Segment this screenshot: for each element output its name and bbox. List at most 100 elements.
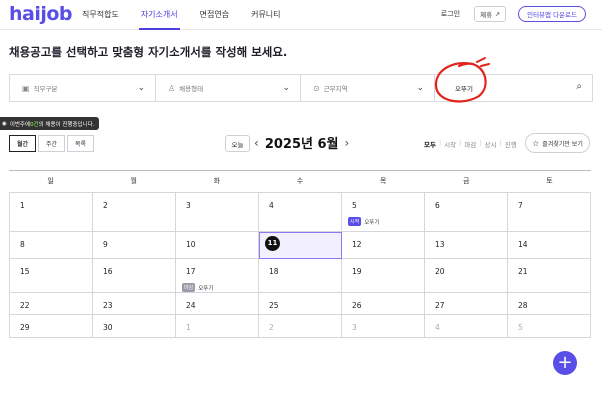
- day-number: 24: [186, 301, 196, 310]
- calendar-day-cell[interactable]: 1: [176, 315, 259, 338]
- calendar-day-cell[interactable]: 7: [508, 193, 591, 232]
- star-icon: ☆: [532, 138, 540, 148]
- location-label: 근무지역: [323, 85, 348, 93]
- weekday-thu: 목: [379, 177, 387, 185]
- divider: |: [479, 139, 482, 147]
- calendar-day-cell[interactable]: 16: [93, 259, 176, 293]
- tooltip-prefix: 이번주에: [9, 121, 31, 128]
- calendar-day-cell[interactable]: 22: [10, 293, 93, 315]
- today-date: 11: [265, 236, 280, 251]
- calendar-day-cell[interactable]: 9: [93, 232, 176, 259]
- calendar-day-cell[interactable]: 4: [425, 315, 508, 338]
- weekday-header: 일 월 화 수 목 금 토: [9, 170, 591, 191]
- event-status-badge: 시작: [348, 217, 362, 226]
- day-number: 8: [20, 240, 25, 249]
- day-number: 3: [352, 323, 357, 332]
- job-event[interactable]: 시작 오뚜기: [348, 217, 379, 226]
- nav-item-cover-letter[interactable]: 자기소개서: [138, 9, 180, 30]
- status-filter: 모두 | 시작 | 마감 | 상시 | 진행: [424, 139, 517, 149]
- calendar-day-cell[interactable]: 29: [10, 315, 93, 338]
- calendar-day-cell[interactable]: 25: [259, 293, 342, 315]
- calendar-day-cell[interactable]: 18: [259, 259, 342, 293]
- status-all[interactable]: 모두: [424, 139, 436, 149]
- calendar-week: 8 9 10 11 12 13 14: [10, 232, 591, 259]
- login-link[interactable]: 로그인: [441, 9, 460, 19]
- partner-button[interactable]: 제휴 ↗: [474, 6, 507, 22]
- location-select[interactable]: ⊙ 근무지역 ⌄: [301, 75, 435, 101]
- job-category-select[interactable]: ▣ 직무구분 ⌄: [10, 75, 156, 101]
- app-download-button[interactable]: 인터뷰앱 다운로드: [518, 6, 586, 22]
- calendar-day-cell[interactable]: 21: [508, 259, 591, 293]
- day-number: 29: [20, 323, 30, 332]
- today-button[interactable]: 오늘: [225, 135, 250, 152]
- calendar-day-cell[interactable]: 26: [342, 293, 425, 315]
- tab-monthly[interactable]: 월간: [9, 135, 36, 152]
- month-title: 2025년 6월: [264, 137, 339, 152]
- weekday-fri: 금: [463, 177, 470, 185]
- nav-item-job-fit[interactable]: 직무적합도: [82, 9, 119, 30]
- day-number: 23: [103, 301, 113, 310]
- haijob-logo[interactable]: haijob: [9, 3, 73, 25]
- person-icon: ♙: [168, 83, 176, 93]
- favorites-only-button[interactable]: ☆ 즐겨찾기만 보기: [525, 133, 590, 153]
- calendar-day-cell[interactable]: 23: [93, 293, 176, 315]
- calendar-day-cell[interactable]: 1: [10, 193, 93, 232]
- weekday-sun: 일: [47, 177, 54, 185]
- main-nav: 직무적합도 자기소개서 면접연습 커뮤니티: [82, 9, 303, 30]
- annotation-circle: [434, 57, 490, 103]
- calendar-day-cell[interactable]: 20: [425, 259, 508, 293]
- calendar-day-cell[interactable]: 27: [425, 293, 508, 315]
- weekday-mon: 월: [130, 177, 137, 185]
- calendar-day-cell[interactable]: 2: [93, 193, 176, 232]
- weekday-sat: 토: [546, 177, 553, 185]
- location-pin-icon: ⊙: [313, 83, 320, 93]
- job-event[interactable]: 마감 오뚜기: [182, 283, 213, 292]
- calendar-day-cell[interactable]: 3: [342, 315, 425, 338]
- calendar-day-cell[interactable]: 30: [93, 315, 176, 338]
- calendar-day-cell[interactable]: 5 시작 오뚜기: [342, 193, 425, 232]
- calendar-day-cell[interactable]: 2: [259, 315, 342, 338]
- day-number: 17: [186, 267, 196, 276]
- day-number: 3: [186, 201, 191, 210]
- status-always[interactable]: 상시: [485, 139, 497, 149]
- chevron-left-icon[interactable]: ‹: [254, 136, 259, 150]
- calendar-day-cell[interactable]: 28: [508, 293, 591, 315]
- calendar-day-cell[interactable]: 3: [176, 193, 259, 232]
- status-ongoing[interactable]: 진행: [505, 139, 517, 149]
- add-button[interactable]: +: [553, 351, 577, 375]
- page-title: 채용공고를 선택하고 맞춤형 자기소개서를 작성해 보세요.: [9, 45, 288, 59]
- tab-weekly[interactable]: 주간: [38, 135, 65, 152]
- day-number: 2: [269, 323, 274, 332]
- calendar-day-cell[interactable]: 6: [425, 193, 508, 232]
- calendar-day-cell[interactable]: 11: [259, 232, 342, 259]
- calendar-week: 15 16 17 마감 오뚜기 18 19 20 21: [10, 259, 591, 293]
- calendar-day-cell[interactable]: 5: [508, 315, 591, 338]
- calendar-day-cell[interactable]: 17 마감 오뚜기: [176, 259, 259, 293]
- calendar-day-cell[interactable]: 12: [342, 232, 425, 259]
- top-actions: 로그인 제휴 ↗ 인터뷰앱 다운로드: [441, 6, 586, 22]
- day-number: 2: [103, 201, 108, 210]
- employment-type-select[interactable]: ♙ 채용형태 ⌄: [156, 75, 301, 101]
- chevron-right-icon[interactable]: ›: [345, 136, 350, 150]
- calendar-day-cell[interactable]: 8: [10, 232, 93, 259]
- calendar-day-cell[interactable]: 13: [425, 232, 508, 259]
- day-number: 18: [269, 267, 279, 276]
- status-start[interactable]: 시작: [444, 139, 456, 149]
- calendar-day-cell[interactable]: 19: [342, 259, 425, 293]
- divider: |: [438, 139, 442, 147]
- calendar-day-cell[interactable]: 24: [176, 293, 259, 315]
- event-status-badge: 마감: [182, 283, 196, 292]
- status-deadline[interactable]: 마감: [464, 139, 476, 149]
- nav-item-community[interactable]: 커뮤니티: [251, 9, 280, 30]
- day-number: 12: [352, 240, 362, 249]
- tab-list[interactable]: 목록: [67, 135, 94, 152]
- day-number: 19: [352, 267, 362, 276]
- calendar-day-cell[interactable]: 10: [176, 232, 259, 259]
- calendar-day-cell[interactable]: 4: [259, 193, 342, 232]
- calendar-day-cell[interactable]: 15: [10, 259, 93, 293]
- search-icon[interactable]: ⌕: [576, 81, 582, 92]
- day-number: 26: [352, 301, 362, 310]
- calendar-day-cell[interactable]: 14: [508, 232, 591, 259]
- nav-item-interview[interactable]: 면접연습: [200, 9, 229, 30]
- tooltip-count: 0건: [30, 121, 39, 128]
